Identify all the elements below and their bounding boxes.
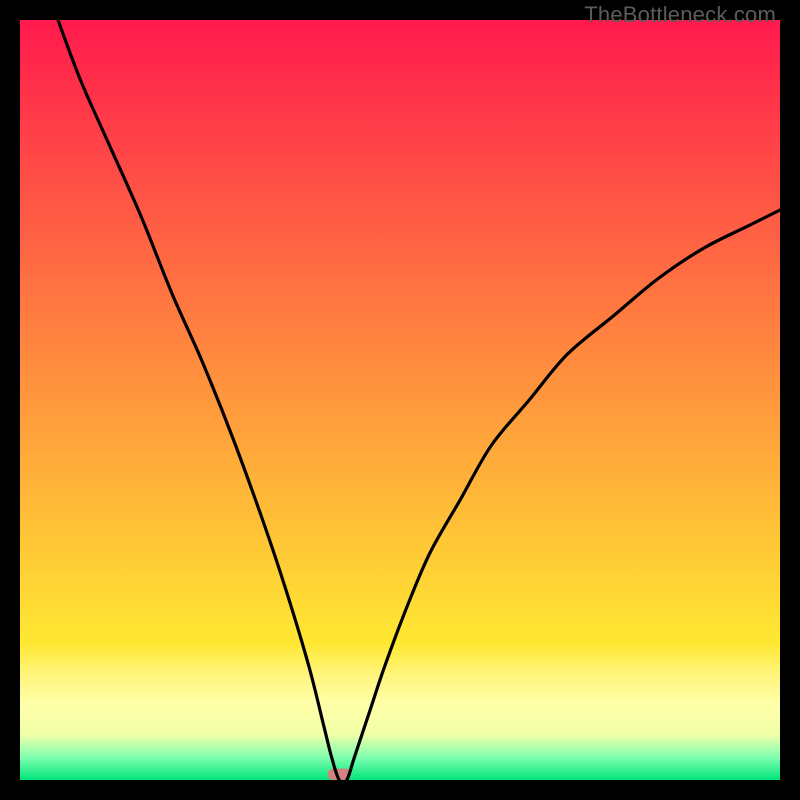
chart-background bbox=[20, 20, 780, 780]
chart-frame bbox=[20, 20, 780, 780]
bottleneck-chart bbox=[20, 20, 780, 780]
watermark-text: TheBottleneck.com bbox=[584, 2, 776, 28]
